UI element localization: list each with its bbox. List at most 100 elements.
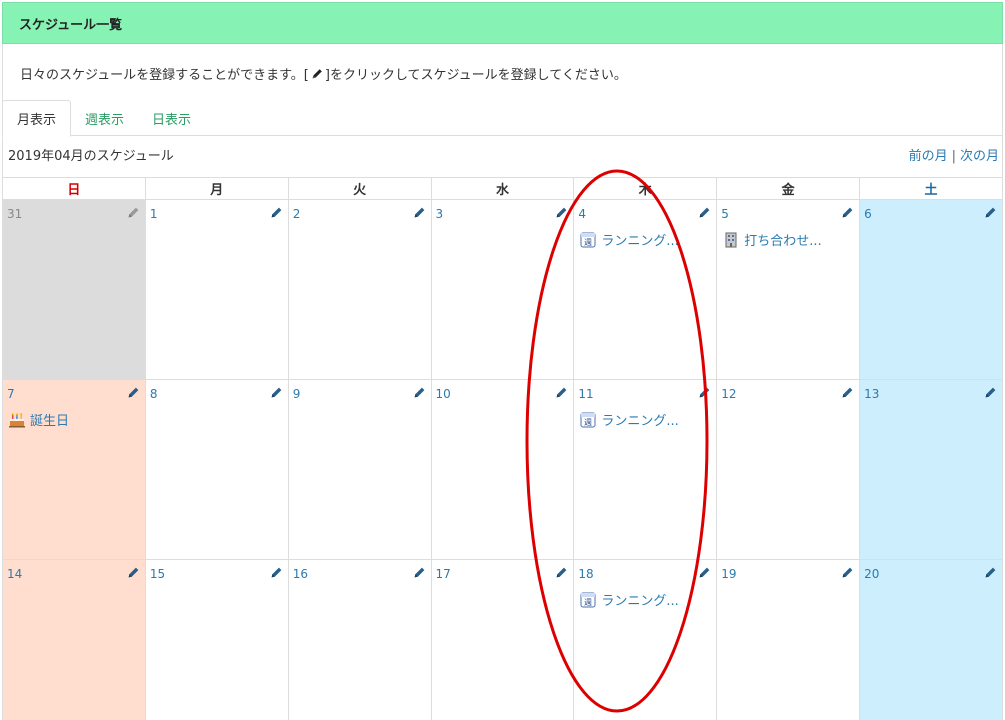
pencil-icon[interactable]: [698, 204, 711, 218]
calendar-week-row: 14 15 16 17 18 週ランニング... 19 20: [2, 559, 1003, 720]
pencil-icon[interactable]: [127, 384, 140, 398]
event-label: ランニング...: [601, 594, 679, 609]
next-month-link[interactable]: 次の月: [960, 149, 999, 164]
weekday-sat: 土: [859, 177, 1003, 200]
calendar-day-cell: 10: [430, 379, 575, 560]
pencil-icon[interactable]: [555, 564, 568, 578]
day-number[interactable]: 17: [436, 567, 451, 581]
month-nav: 前の月 | 次の月: [909, 145, 999, 164]
weekday-fri: 金: [716, 177, 861, 200]
prev-month-link[interactable]: 前の月: [909, 149, 948, 164]
weekday-thu: 木: [573, 177, 718, 200]
pencil-icon[interactable]: [841, 204, 854, 218]
calendar-day-cell: 11 週ランニング...: [573, 379, 718, 560]
schedule-event[interactable]: 打ち合わせ...: [723, 230, 855, 249]
view-tabs: 月表示 週表示 日表示: [2, 100, 1003, 137]
pencil-icon[interactable]: [413, 564, 426, 578]
day-number[interactable]: 31: [7, 207, 22, 221]
calendar-day-cell: 15: [144, 559, 289, 720]
calendar-day-cell: 1: [144, 199, 289, 380]
pencil-icon[interactable]: [555, 384, 568, 398]
tab-month[interactable]: 月表示: [2, 100, 72, 137]
calendar-day-cell: 5 打ち合わせ...: [716, 199, 861, 380]
description-text-after: ]をクリックしてスケジュールを登録してください。: [324, 68, 627, 83]
day-number[interactable]: 9: [293, 387, 301, 401]
month-title: 2019年04月のスケジュール: [8, 149, 174, 164]
pencil-icon[interactable]: [841, 384, 854, 398]
svg-text:週: 週: [584, 598, 592, 607]
pencil-icon: [312, 68, 322, 78]
pencil-icon[interactable]: [984, 564, 997, 578]
calendar-day-cell: 16: [287, 559, 432, 720]
calendar-day-cell: 3: [430, 199, 575, 380]
calendar-day-cell: 17: [430, 559, 575, 720]
day-number[interactable]: 2: [293, 207, 301, 221]
pencil-icon[interactable]: [555, 204, 568, 218]
day-number[interactable]: 10: [436, 387, 451, 401]
day-number[interactable]: 1: [150, 207, 158, 221]
calendar-day-cell: 18 週ランニング...: [573, 559, 718, 720]
tab-week[interactable]: 週表示: [71, 100, 138, 136]
calendar-day-cell: 12: [716, 379, 861, 560]
day-number[interactable]: 18: [578, 567, 593, 581]
schedule-event[interactable]: 誕生日: [9, 410, 141, 429]
pencil-icon[interactable]: [698, 564, 711, 578]
schedule-event[interactable]: 週ランニング...: [580, 230, 712, 249]
day-number[interactable]: 5: [721, 207, 729, 221]
day-number[interactable]: 19: [721, 567, 736, 581]
event-label: ランニング...: [601, 414, 679, 429]
day-number[interactable]: 15: [150, 567, 165, 581]
weekly-icon: 週: [580, 592, 596, 608]
cake-icon: [9, 412, 25, 428]
pencil-icon[interactable]: [127, 204, 140, 218]
schedule-event[interactable]: 週ランニング...: [580, 410, 712, 429]
event-label: 打ち合わせ...: [744, 234, 822, 249]
calendar-day-cell: 31: [2, 199, 146, 380]
day-number[interactable]: 14: [7, 567, 22, 581]
day-number[interactable]: 3: [436, 207, 444, 221]
calendar-day-cell: 4 週ランニング...: [573, 199, 718, 380]
pencil-icon[interactable]: [413, 384, 426, 398]
pencil-icon[interactable]: [698, 384, 711, 398]
calendar-day-cell: 14: [2, 559, 146, 720]
tab-day[interactable]: 日表示: [138, 100, 205, 136]
weekly-icon: 週: [580, 232, 596, 248]
building-icon: [723, 232, 739, 248]
day-number[interactable]: 6: [864, 207, 872, 221]
description: 日々のスケジュールを登録することができます。[ ]をクリックしてスケジュールを登…: [20, 64, 627, 83]
schedule-event[interactable]: 週ランニング...: [580, 590, 712, 609]
weekday-tue: 火: [287, 177, 432, 200]
nav-separator: |: [951, 149, 956, 164]
day-number[interactable]: 7: [7, 387, 15, 401]
day-number[interactable]: 4: [578, 207, 586, 221]
pencil-icon[interactable]: [270, 564, 283, 578]
pencil-icon[interactable]: [984, 384, 997, 398]
day-number[interactable]: 11: [578, 387, 593, 401]
day-number[interactable]: 8: [150, 387, 158, 401]
pencil-icon[interactable]: [841, 564, 854, 578]
pencil-icon[interactable]: [270, 204, 283, 218]
day-number[interactable]: 20: [864, 567, 879, 581]
calendar-day-cell: 9: [287, 379, 432, 560]
calendar-week-row: 31 1 2 3 4 週ランニング... 5 打ち合わせ... 6: [2, 199, 1003, 380]
day-number[interactable]: 13: [864, 387, 879, 401]
calendar-day-cell: 13: [859, 379, 1003, 560]
calendar-day-cell: 7 誕生日: [2, 379, 146, 560]
calendar-week-row: 7 誕生日 8 9 10 11 週ランニング... 12 13: [2, 379, 1003, 560]
pencil-icon[interactable]: [984, 204, 997, 218]
calendar-day-cell: 6: [859, 199, 1003, 380]
day-number[interactable]: 12: [721, 387, 736, 401]
pencil-icon[interactable]: [127, 564, 140, 578]
weekday-sun: 日: [2, 177, 146, 200]
svg-text:週: 週: [584, 418, 592, 427]
pencil-icon[interactable]: [270, 384, 283, 398]
calendar-day-cell: 19: [716, 559, 861, 720]
weekday-wed: 水: [430, 177, 575, 200]
event-label: 誕生日: [30, 414, 70, 429]
page-title: スケジュール一覧: [19, 17, 123, 33]
day-number[interactable]: 16: [293, 567, 308, 581]
calendar-grid: 日 月 火 水 木 金 土 31 1 2 3 4 週ランニング... 5 打ち合わせ... 6 7…: [2, 177, 1003, 720]
svg-text:週: 週: [584, 238, 592, 247]
pencil-icon[interactable]: [413, 204, 426, 218]
weekday-mon: 月: [144, 177, 289, 200]
